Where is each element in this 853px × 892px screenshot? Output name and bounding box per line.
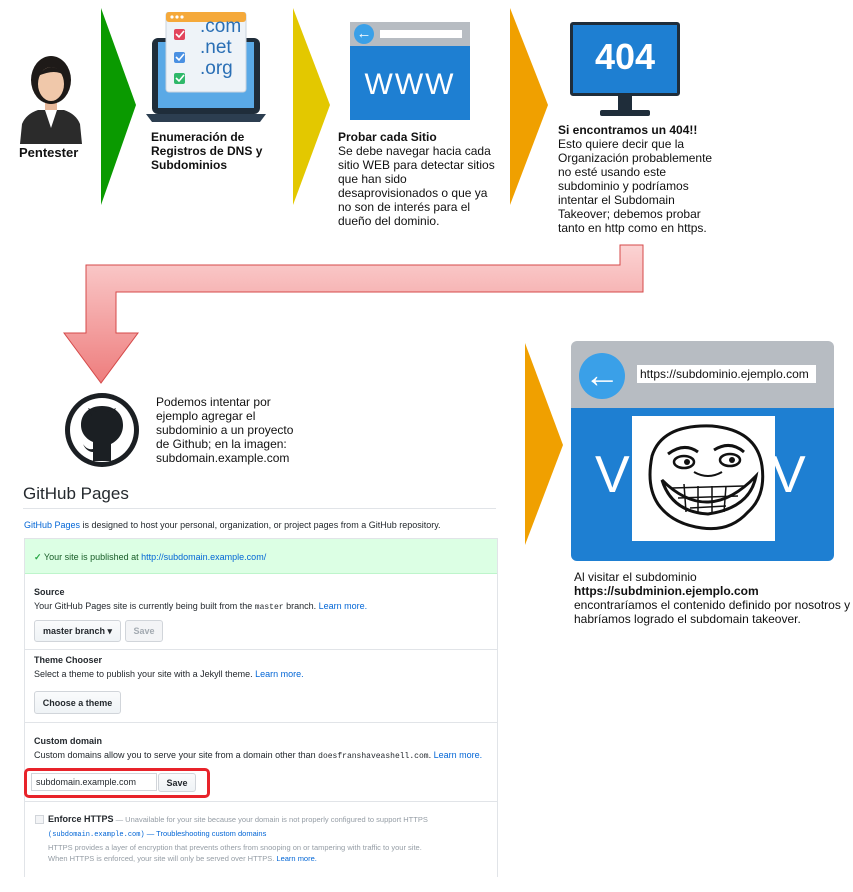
source-description: Your GitHub Pages site is currently bein… xyxy=(34,601,368,612)
title-divider xyxy=(23,508,496,509)
github-logo-icon xyxy=(64,392,140,468)
troubleshooting-link[interactable]: — Troubleshooting custom domains xyxy=(145,829,267,838)
domain-org: .org xyxy=(200,58,233,79)
github-pages-link[interactable]: GitHub Pages xyxy=(24,520,80,530)
address-bar: https://subdominio.ejemplo.com xyxy=(637,365,816,383)
choose-theme-button[interactable]: Choose a theme xyxy=(34,691,121,714)
arrow-pink xyxy=(63,244,644,384)
source-learn-more-link[interactable]: Learn more. xyxy=(319,601,368,611)
arrow-orange-1 xyxy=(510,8,548,205)
check-icon: ✓ xyxy=(34,552,42,562)
back-arrow-icon: ← xyxy=(579,353,625,399)
domain-list: .com .net .org xyxy=(200,16,241,79)
custom-domain-save-button[interactable]: Save xyxy=(158,773,196,792)
domain-net: .net xyxy=(200,37,232,58)
trollface-image xyxy=(632,416,775,541)
github-pages-settings-box: ✓ Your site is published at http://subdo… xyxy=(24,538,498,877)
www-text: WWW xyxy=(364,68,456,101)
step3-caption: Si encontramos un 404!! Esto quiere deci… xyxy=(558,123,713,235)
theme-learn-more-link[interactable]: Learn more. xyxy=(255,669,304,679)
branch-select[interactable]: master branch ▾ xyxy=(34,620,121,642)
enforce-https-label: Enforce HTTPS xyxy=(48,814,114,824)
published-url-link[interactable]: http://subdomain.example.com/ xyxy=(141,552,266,562)
custom-domain-description: Custom domains allow you to serve your s… xyxy=(34,750,483,761)
arrow-orange-2 xyxy=(525,343,563,545)
takeover-browser-window: ← https://subdominio.ejemplo.com V V xyxy=(571,341,834,561)
https-troubleshoot: (subdomain.example.com) — Troubleshootin… xyxy=(48,829,267,839)
pentester-label: Pentester xyxy=(19,145,79,160)
www-browser-icon: ← WWW xyxy=(350,22,470,120)
step4-caption: Podemos intentar por ejemplo agregar el … xyxy=(156,395,294,465)
github-pages-title: GitHub Pages xyxy=(23,484,129,503)
source-title: Source xyxy=(34,587,65,597)
published-banner: ✓ Your site is published at http://subdo… xyxy=(25,539,497,574)
enforce-https-checkbox[interactable] xyxy=(35,815,44,824)
monitor-404-icon: 404 xyxy=(570,22,680,120)
https-explanation-1: HTTPS provides a layer of encryption tha… xyxy=(48,843,422,852)
step5-caption: Al visitar el subdominio https://subdmin… xyxy=(574,570,851,626)
custom-domain-title: Custom domain xyxy=(34,736,103,746)
arrow-green xyxy=(101,8,136,205)
enforce-https-row: Enforce HTTPS — Unavailable for your sit… xyxy=(48,814,428,824)
https-learn-more-link[interactable]: Learn more. xyxy=(276,854,316,863)
back-arrow-icon: ← xyxy=(354,24,374,44)
theme-chooser-title: Theme Chooser xyxy=(34,655,103,665)
step2-caption: Probar cada Sitio Se debe navegar hacia … xyxy=(338,130,495,228)
domain-com: .com xyxy=(200,16,242,37)
custom-domain-learn-more-link[interactable]: Learn more. xyxy=(434,750,483,760)
theme-description: Select a theme to publish your site with… xyxy=(34,669,304,679)
error-404-text: 404 xyxy=(594,36,656,77)
https-explanation-2: When HTTPS is enforced, your site will o… xyxy=(48,854,317,863)
arrow-yellow xyxy=(293,8,330,205)
pentester-avatar xyxy=(16,52,86,144)
custom-domain-input[interactable]: subdomain.example.com xyxy=(31,773,157,791)
github-pages-intro: GitHub Pages is designed to host your pe… xyxy=(24,520,441,530)
source-save-button[interactable]: Save xyxy=(125,620,163,642)
step1-caption: Enumeración de Registros de DNS y Subdom… xyxy=(151,130,263,172)
